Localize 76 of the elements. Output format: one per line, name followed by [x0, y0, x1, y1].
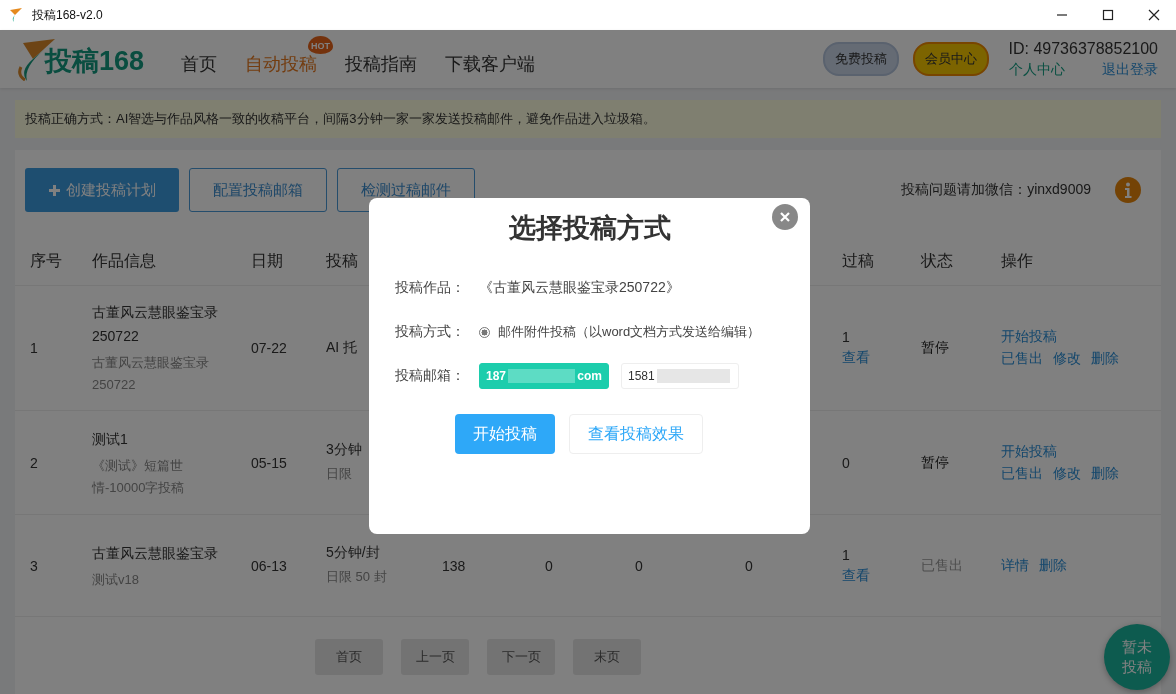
table-cell: 0: [545, 557, 553, 574]
field-label: 投稿方式：: [395, 323, 466, 341]
logout-link[interactable]: 退出登录: [1102, 60, 1158, 79]
nav-link[interactable]: 自动投稿: [245, 54, 317, 74]
view-link[interactable]: 查看: [842, 566, 870, 585]
close-icon: [779, 211, 791, 223]
work-title: 古董风云慧眼鉴宝录250722: [92, 303, 219, 346]
work-subtitle: 测试v18: [92, 570, 140, 589]
table-cell: 3分钟: [326, 440, 362, 459]
pill-button[interactable]: 会员中心: [912, 42, 989, 76]
column-header: 操作: [1001, 252, 1033, 269]
table-cell: 3: [30, 557, 38, 574]
column-header: 序号: [30, 252, 62, 269]
work-title: 测试1: [92, 429, 129, 449]
action-link[interactable]: 已售出: [1001, 350, 1043, 368]
info-icon[interactable]: [1115, 177, 1141, 203]
email-option[interactable]: 1581: [621, 363, 739, 389]
close-button[interactable]: [772, 204, 798, 230]
action-link[interactable]: 删除: [1091, 464, 1119, 483]
dialog-button[interactable]: 查看投稿效果: [569, 414, 703, 454]
dialog-title: 选择投稿方式: [508, 212, 672, 245]
daily-limit: 日限: [326, 464, 353, 483]
column-header: 过稿: [842, 252, 874, 269]
table-cell: 1: [842, 329, 850, 345]
action-link[interactable]: 删除: [1091, 350, 1119, 368]
table-cell: 2: [30, 454, 38, 471]
user-id: ID: 49736378852100: [1008, 39, 1158, 58]
hot-badge: HOT: [308, 36, 333, 54]
plus-icon: [48, 184, 60, 196]
view-link[interactable]: 查看: [842, 349, 870, 367]
redacted-block: [508, 369, 576, 383]
work-name: 《古董风云慧眼鉴宝录250722》: [479, 279, 680, 297]
nav-link[interactable]: 投稿指南: [345, 54, 417, 74]
status-text: 暂停: [921, 453, 949, 472]
column-header: 状态: [921, 252, 953, 269]
maximize-icon[interactable]: [1102, 9, 1114, 21]
toolbar-button[interactable]: 配置投稿邮箱: [189, 168, 327, 212]
profile-link[interactable]: 个人中心: [1008, 60, 1065, 79]
table-cell: AI 托: [326, 339, 358, 357]
work-subtitle: 《测试》短篇世情-10000字投稿: [92, 456, 186, 497]
dialog-button[interactable]: 开始投稿: [455, 414, 555, 454]
table-cell: 07-22: [251, 340, 287, 356]
action-link[interactable]: 详情: [1001, 556, 1029, 575]
table-cell: 05-15: [251, 454, 287, 471]
table-cell: 0: [635, 557, 643, 574]
column-header: 日期: [251, 252, 283, 269]
table-cell: 138: [442, 557, 466, 574]
window-title: 投稿168-v2.0: [32, 6, 103, 24]
action-link[interactable]: 删除: [1039, 556, 1067, 575]
action-link[interactable]: 已售出: [1001, 464, 1043, 483]
action-link[interactable]: 开始投稿: [1001, 442, 1057, 461]
pill-button[interactable]: 免费投稿: [822, 42, 899, 76]
nav-link[interactable]: 首页: [181, 54, 217, 74]
table-cell: 06-13: [251, 557, 287, 574]
contact-text: 投稿问题请加微信：yinxd9009: [901, 181, 1091, 199]
table-cell: 0: [842, 454, 850, 471]
table-cell: 0: [745, 557, 753, 574]
app-logo-icon: [8, 7, 24, 23]
table-cell: 5分钟/封: [326, 543, 380, 562]
action-link[interactable]: 修改: [1053, 464, 1081, 483]
table-cell: 1: [842, 546, 850, 563]
table-cell: 1: [30, 340, 38, 356]
email-option[interactable]: 187 com: [479, 363, 609, 389]
status-text: 暂停: [921, 339, 949, 357]
action-link[interactable]: 开始投稿: [1001, 328, 1057, 346]
action-link[interactable]: 修改: [1053, 350, 1081, 368]
field-label: 投稿邮箱：: [395, 367, 466, 385]
radio-option[interactable]: 邮件附件投稿（以word文档方式发送给编辑）: [479, 323, 761, 341]
close-icon[interactable]: [1148, 9, 1160, 21]
column-header: 投稿: [326, 252, 358, 269]
nav-link[interactable]: 下载客户端: [445, 54, 535, 74]
toolbar-button[interactable]: 创建投稿计划: [25, 168, 179, 212]
column-header: 作品信息: [92, 252, 156, 269]
logo-text: 投稿168: [45, 45, 145, 78]
field-label: 投稿作品：: [395, 279, 466, 297]
work-title: 古董风云慧眼鉴宝录: [92, 543, 219, 563]
